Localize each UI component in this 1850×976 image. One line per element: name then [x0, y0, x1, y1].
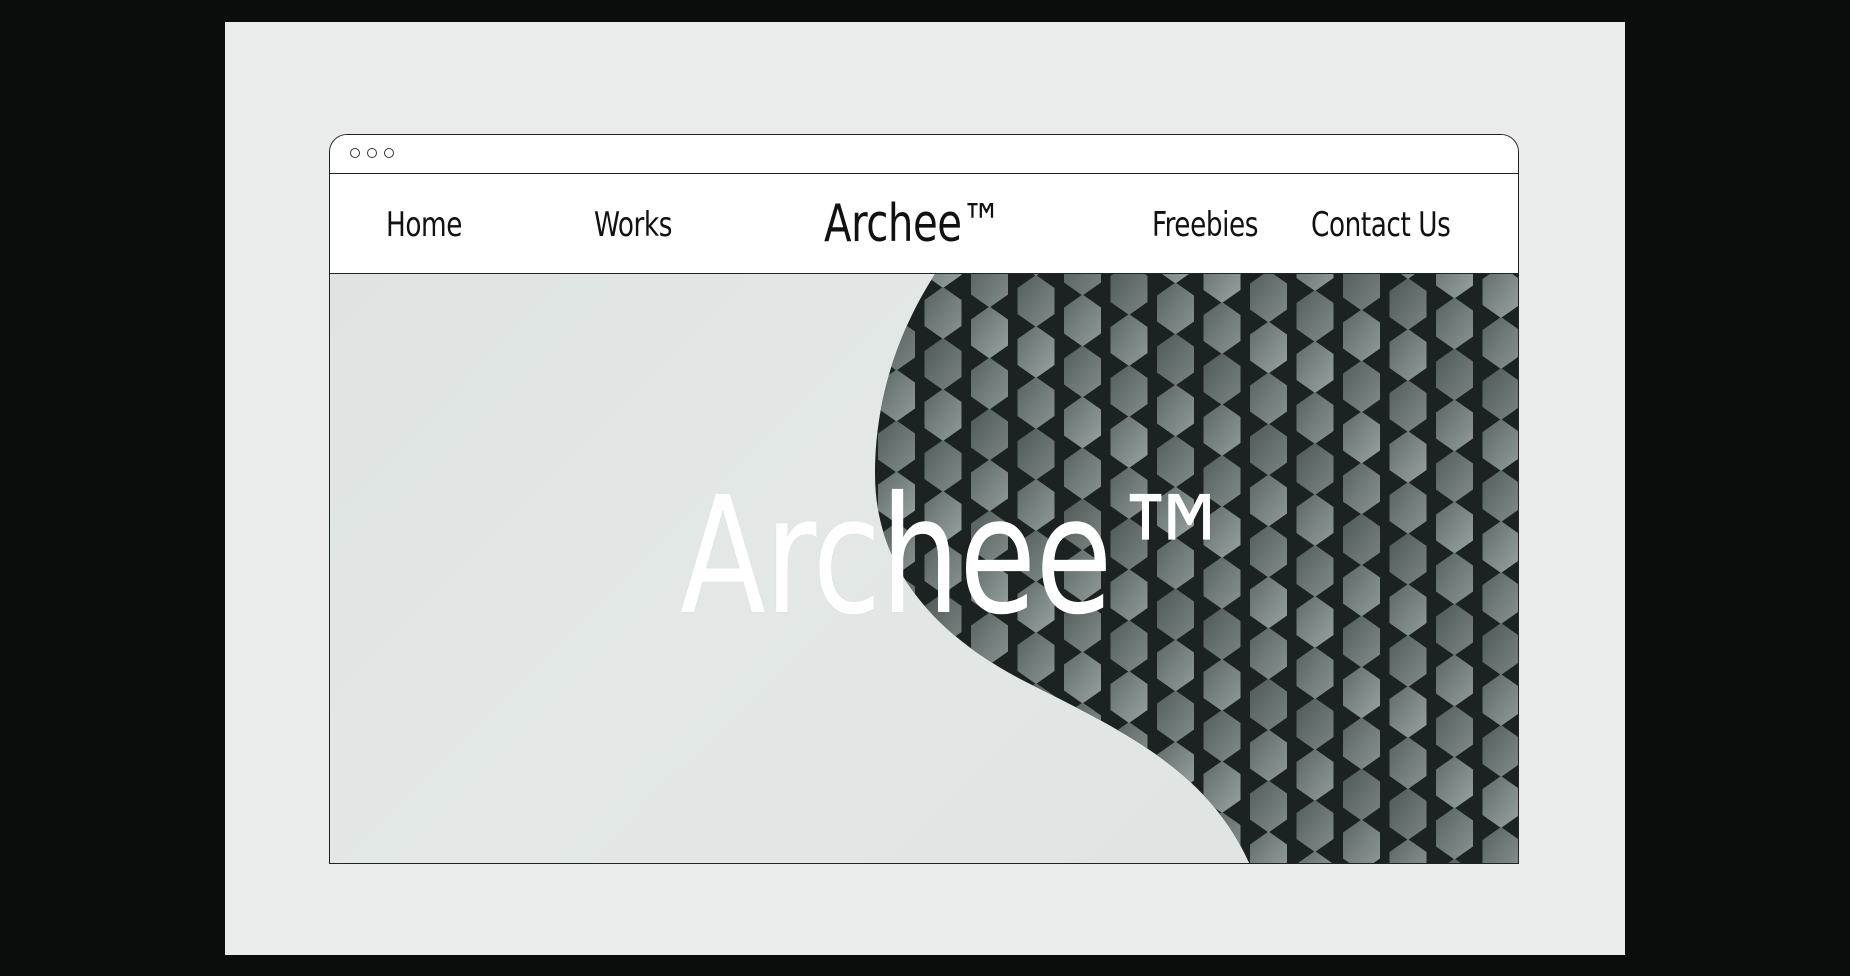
hero-section: Archee™: [330, 274, 1518, 863]
nav-home-link[interactable]: Home: [386, 208, 462, 242]
circle-icon[interactable]: [367, 148, 377, 158]
nav-works-link[interactable]: Works: [594, 208, 672, 242]
nav-freebies-link[interactable]: Freebies: [1152, 208, 1258, 242]
browser-window: Home Works Archee™ Freebies Contact Us A…: [329, 134, 1519, 864]
mockup-canvas: Home Works Archee™ Freebies Contact Us A…: [225, 22, 1625, 955]
circle-icon[interactable]: [350, 148, 360, 158]
site-navbar: Home Works Archee™ Freebies Contact Us: [330, 174, 1518, 274]
browser-titlebar: [330, 135, 1518, 174]
window-controls: [350, 148, 394, 158]
circle-icon[interactable]: [384, 148, 394, 158]
hero-title: Archee™: [680, 463, 1237, 651]
site-logo[interactable]: Archee™: [824, 198, 1002, 250]
nav-contact-link[interactable]: Contact Us: [1311, 208, 1451, 242]
